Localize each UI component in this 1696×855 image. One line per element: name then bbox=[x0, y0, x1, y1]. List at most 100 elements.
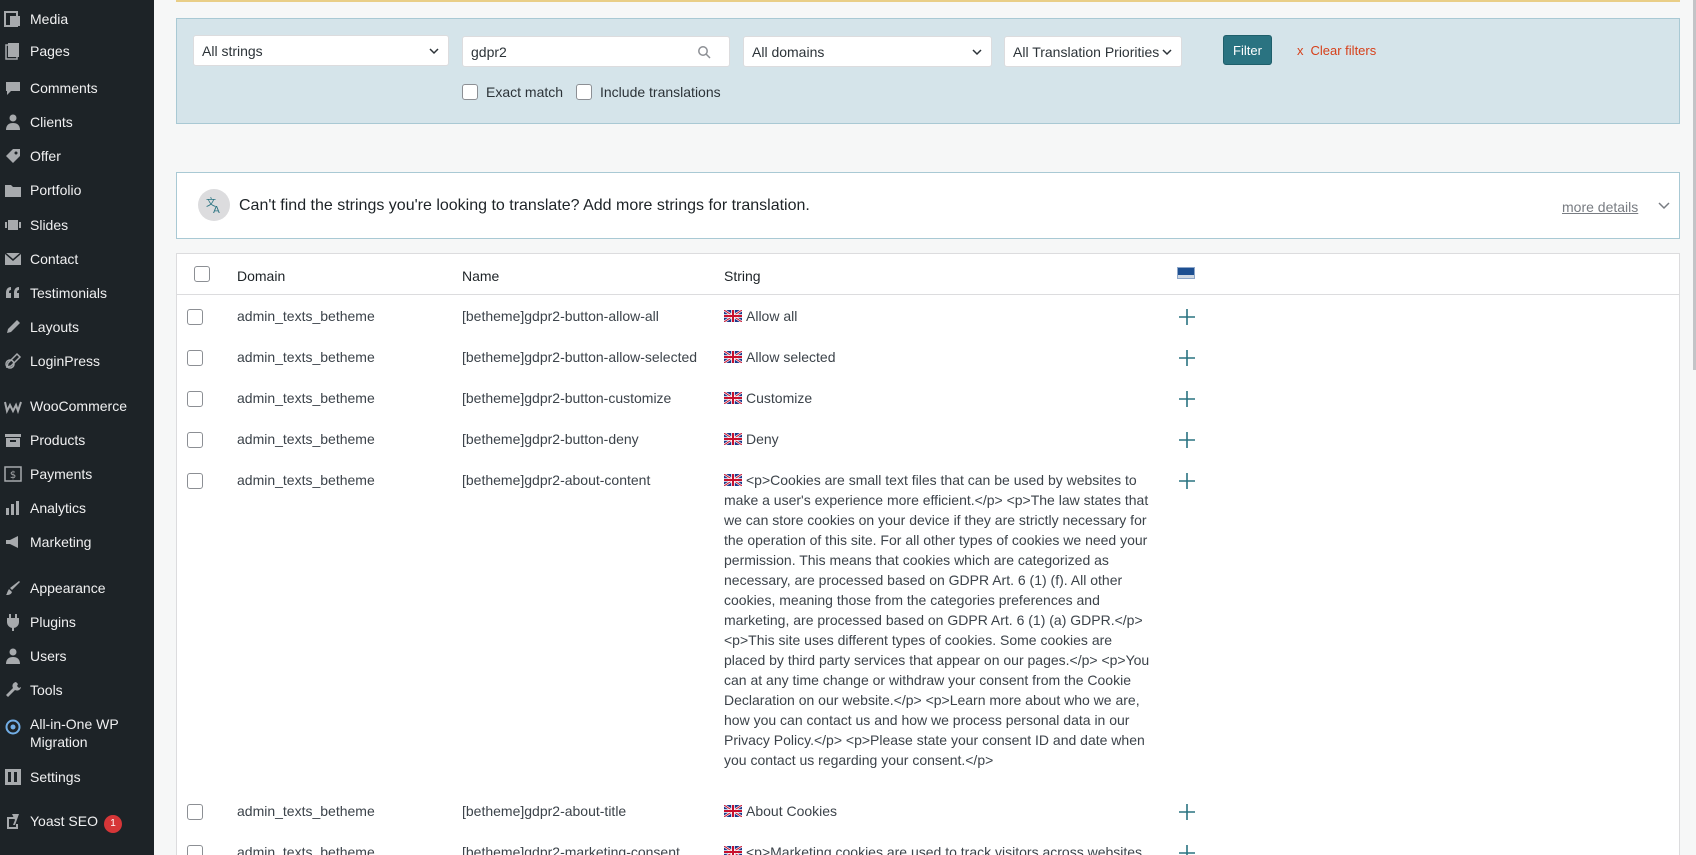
notification-badge: 1 bbox=[103, 814, 122, 833]
marketing-icon bbox=[2, 531, 24, 553]
row-name: [betheme]gdpr2-about-title bbox=[462, 803, 627, 819]
row-string-text: Deny bbox=[746, 431, 779, 447]
domains-select-value: All domains bbox=[752, 43, 825, 60]
clear-filters-label: Clear filters bbox=[1310, 43, 1377, 58]
row-name: [betheme]gdpr2-marketing-consent bbox=[462, 844, 680, 855]
tools-icon bbox=[2, 679, 24, 701]
sidebar-item-comments[interactable]: Comments bbox=[0, 71, 154, 105]
sidebar-item-label: Yoast SEO bbox=[30, 812, 98, 829]
sidebar-item-label: Slides bbox=[30, 217, 69, 233]
sidebar-item-label: Pages bbox=[30, 43, 70, 59]
sidebar-item-woocommerce[interactable]: WooCommerce bbox=[0, 389, 154, 423]
row-name: [betheme]gdpr2-button-deny bbox=[462, 431, 639, 447]
domains-select[interactable]: All domains bbox=[743, 36, 992, 67]
include-translations-checkbox[interactable] bbox=[576, 84, 592, 100]
sidebar-item-contact[interactable]: Contact bbox=[0, 242, 154, 276]
row-domain: admin_texts_betheme bbox=[237, 844, 375, 855]
sidebar-item-label: LoginPress bbox=[30, 353, 101, 369]
sidebar-item-users[interactable]: Users bbox=[0, 639, 154, 673]
row-checkbox[interactable] bbox=[187, 432, 203, 448]
sidebar-item-slides[interactable]: Slides bbox=[0, 208, 154, 242]
add-translation-icon[interactable] bbox=[1177, 348, 1197, 368]
sidebar-item-media[interactable]: Media bbox=[0, 2, 154, 36]
add-translation-icon[interactable] bbox=[1177, 430, 1197, 450]
sidebar-item-plugins[interactable]: Plugins bbox=[0, 605, 154, 639]
admin-sidebar: Media Pages Comments Clients Offer Portf… bbox=[0, 0, 154, 855]
main-content: All strings All domains All Translation … bbox=[154, 0, 1696, 855]
sidebar-item-marketing[interactable]: Marketing bbox=[0, 525, 154, 559]
sidebar-item-settings[interactable]: Settings bbox=[0, 760, 154, 794]
layouts-icon bbox=[2, 316, 24, 338]
add-translation-icon[interactable] bbox=[1177, 471, 1197, 491]
row-domain: admin_texts_betheme bbox=[237, 472, 375, 488]
table-row: admin_texts_betheme [betheme]gdpr2-marke… bbox=[177, 831, 1679, 855]
settings-icon bbox=[2, 766, 24, 788]
sidebar-item-all-in-one-wp-migration[interactable]: All-in-One WP Migration bbox=[0, 715, 154, 755]
sidebar-item-layouts[interactable]: Layouts bbox=[0, 310, 154, 344]
row-name: [betheme]gdpr2-button-customize bbox=[462, 390, 672, 406]
column-header-string: String bbox=[724, 268, 761, 284]
strings-select[interactable]: All strings bbox=[193, 35, 449, 66]
row-string-text: Allow selected bbox=[746, 349, 836, 365]
priorities-select[interactable]: All Translation Priorities bbox=[1004, 36, 1182, 67]
sidebar-item-pages[interactable]: Pages bbox=[0, 34, 154, 68]
sidebar-item-label: Tools bbox=[30, 682, 63, 698]
pages-icon bbox=[2, 40, 24, 62]
row-checkbox[interactable] bbox=[187, 309, 203, 325]
sidebar-item-portfolio[interactable]: Portfolio bbox=[0, 173, 154, 207]
products-icon bbox=[2, 429, 24, 451]
sidebar-item-appearance[interactable]: Appearance bbox=[0, 571, 154, 605]
filter-button[interactable]: Filter bbox=[1223, 35, 1272, 65]
exact-match-option[interactable]: Exact match bbox=[462, 84, 563, 100]
sidebar-item-offer[interactable]: Offer bbox=[0, 139, 154, 173]
clients-icon bbox=[2, 111, 24, 133]
row-checkbox[interactable] bbox=[187, 845, 203, 855]
sidebar-item-products[interactable]: Products bbox=[0, 423, 154, 457]
include-translations-label: Include translations bbox=[600, 84, 721, 100]
language-flag-icon bbox=[1177, 267, 1195, 279]
row-string-text: <p>Cookies are small text files that can… bbox=[724, 472, 1150, 768]
add-translation-icon[interactable] bbox=[1177, 307, 1197, 327]
strings-select-value: All strings bbox=[202, 42, 263, 59]
sidebar-item-label: Analytics bbox=[30, 500, 87, 516]
sidebar-item-label: Clients bbox=[30, 114, 73, 130]
sidebar-item-payments[interactable]: $ Payments bbox=[0, 457, 154, 491]
row-checkbox[interactable] bbox=[187, 473, 203, 489]
sidebar-item-label: Payments bbox=[30, 466, 93, 482]
select-all-checkbox[interactable] bbox=[194, 266, 210, 282]
row-string-text: Allow all bbox=[746, 308, 798, 324]
search-box bbox=[462, 36, 730, 67]
sidebar-item-loginpress[interactable]: LoginPress bbox=[0, 344, 154, 378]
row-checkbox[interactable] bbox=[187, 350, 203, 366]
search-input[interactable] bbox=[463, 43, 693, 60]
exact-match-checkbox[interactable] bbox=[462, 84, 478, 100]
strings-table: Domain Name String admin_texts_betheme [… bbox=[176, 253, 1680, 855]
clear-filters-link[interactable]: x Clear filters bbox=[1297, 43, 1376, 58]
migration-icon bbox=[2, 716, 24, 738]
row-domain: admin_texts_betheme bbox=[237, 803, 375, 819]
add-translation-icon[interactable] bbox=[1177, 389, 1197, 409]
sidebar-item-testimonials[interactable]: Testimonials bbox=[0, 276, 154, 310]
translate-icon: 文A bbox=[198, 189, 230, 221]
sidebar-item-tools[interactable]: Tools bbox=[0, 673, 154, 707]
sidebar-item-clients[interactable]: Clients bbox=[0, 105, 154, 139]
row-checkbox[interactable] bbox=[187, 391, 203, 407]
row-checkbox[interactable] bbox=[187, 804, 203, 820]
uk-flag-icon bbox=[724, 310, 742, 322]
sidebar-item-label: Settings bbox=[30, 769, 81, 785]
sidebar-item-yoast-seo[interactable]: Yoast SEO 1 bbox=[0, 805, 154, 839]
search-icon[interactable] bbox=[697, 45, 711, 59]
add-translation-icon[interactable] bbox=[1177, 843, 1197, 855]
svg-text:A: A bbox=[213, 205, 220, 214]
sidebar-item-label: Appearance bbox=[30, 580, 106, 596]
sidebar-item-label: Comments bbox=[30, 80, 98, 96]
chevron-down-icon[interactable] bbox=[1657, 199, 1671, 213]
include-translations-option[interactable]: Include translations bbox=[576, 84, 721, 100]
woocommerce-icon bbox=[2, 395, 24, 417]
more-details-link[interactable]: more details bbox=[1562, 199, 1638, 215]
plugins-icon bbox=[2, 611, 24, 633]
add-strings-notice: 文A Can't find the strings you're looking… bbox=[176, 172, 1680, 239]
sidebar-item-analytics[interactable]: Analytics bbox=[0, 491, 154, 525]
add-translation-icon[interactable] bbox=[1177, 802, 1197, 822]
table-row: admin_texts_betheme [betheme]gdpr2-butto… bbox=[177, 418, 1679, 459]
